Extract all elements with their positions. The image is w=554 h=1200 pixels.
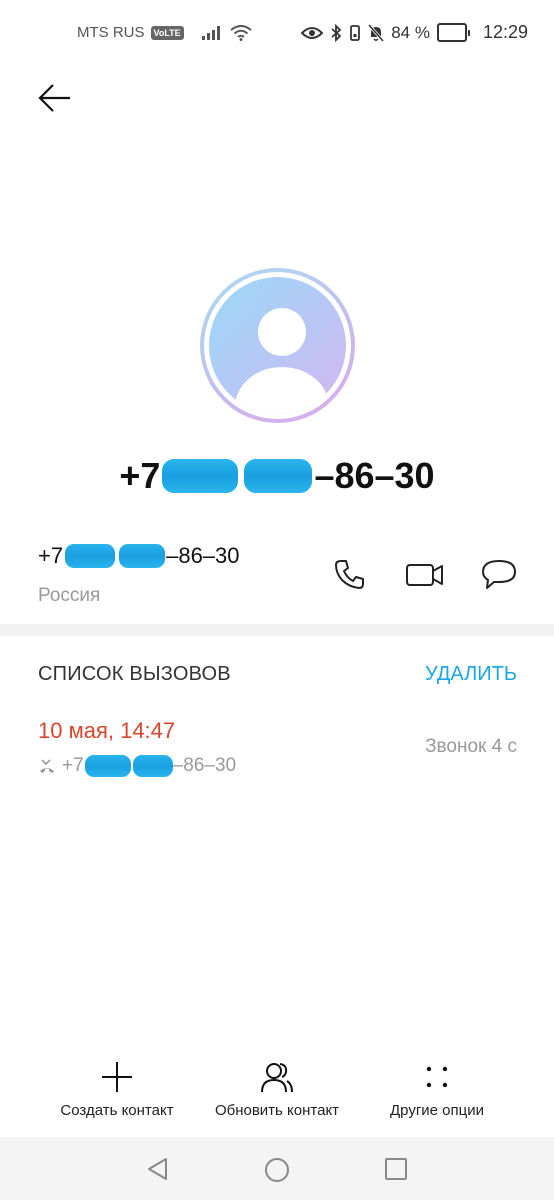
message-button[interactable] — [480, 557, 518, 596]
call-button[interactable] — [333, 557, 367, 596]
create-contact-label: Создать контакт — [60, 1102, 174, 1119]
bluetooth-icon — [331, 23, 342, 42]
number-prefix: +7 — [38, 543, 64, 568]
redaction-mark — [119, 544, 166, 568]
nav-back-button[interactable] — [146, 1157, 170, 1186]
signal-icon — [201, 25, 220, 40]
number-prefix: +7 — [119, 455, 161, 496]
call-number: +7 –86–30 — [38, 755, 236, 777]
battery-percentage: 84 % — [391, 22, 430, 42]
more-options-label: Другие опции — [389, 1102, 484, 1119]
clock: 12:29 — [482, 22, 528, 42]
call-duration: Звонок 4 с — [425, 736, 517, 757]
status-bar: MTS RUS VoLTE 84 % 12:29 — [0, 0, 554, 68]
system-navigation-bar — [0, 1137, 554, 1200]
call-log-item[interactable]: 10 мая, 14:47 +7 –86–30 Звонок 4 с — [0, 712, 554, 788]
update-contact-label: Обновить контакт — [214, 1102, 340, 1119]
nav-recents-button[interactable] — [384, 1157, 408, 1186]
person-group-icon — [261, 1063, 293, 1093]
redaction-mark — [244, 459, 313, 493]
phone-number: +7 –86–30 — [38, 543, 240, 569]
delete-button[interactable]: УДАЛИТЬ — [425, 663, 517, 686]
nav-home-button[interactable] — [264, 1157, 290, 1188]
status-right: 84 % 12:29 — [301, 22, 528, 43]
more-dots-icon — [426, 1066, 448, 1088]
redaction-mark — [65, 544, 116, 568]
missed-call-icon — [40, 759, 54, 773]
person-placeholder-icon — [209, 277, 346, 414]
update-contact-button[interactable]: Обновить контакт — [208, 1060, 346, 1119]
number-prefix: +7 — [62, 755, 84, 776]
section-divider — [0, 624, 554, 636]
vibrate-icon — [350, 24, 361, 41]
number-suffix: –86–30 — [166, 543, 240, 568]
video-camera-icon — [406, 564, 443, 586]
call-list-title: СПИСОК ВЫЗОВОВ — [38, 663, 231, 685]
create-contact-button[interactable]: Создать контакт — [56, 1060, 178, 1119]
phone-country: Россия — [38, 585, 101, 606]
battery-icon — [436, 23, 470, 42]
volte-badge: VoLTE — [150, 25, 184, 40]
redaction-mark — [84, 755, 131, 777]
contact-details-screen: MTS RUS VoLTE 84 % 12:29 +7 –86–30 +7 –8… — [0, 0, 554, 1200]
redaction-mark — [162, 459, 239, 493]
contact-title-number: +7 –86–30 — [0, 455, 554, 497]
square-recents-icon — [385, 1158, 407, 1180]
video-call-button[interactable] — [405, 557, 445, 596]
bottom-action-bar: Создать контакт Обновить контакт Другие … — [0, 1060, 554, 1130]
chat-bubble-icon — [482, 560, 516, 589]
circle-home-icon — [265, 1158, 289, 1182]
phone-icon — [335, 560, 364, 589]
plus-icon — [102, 1062, 132, 1092]
triangle-back-icon — [148, 1158, 167, 1180]
status-left: MTS RUS VoLTE — [77, 24, 252, 41]
number-suffix: –86–30 — [314, 455, 435, 496]
carrier-name: MTS RUS — [77, 24, 145, 41]
number-suffix: –86–30 — [172, 755, 237, 776]
arrow-left-icon — [38, 84, 70, 112]
bell-off-icon — [368, 23, 385, 42]
more-options-button[interactable]: Другие опции — [384, 1060, 490, 1119]
wifi-icon — [230, 24, 252, 41]
contact-avatar — [200, 268, 355, 423]
call-date: 10 мая, 14:47 — [38, 718, 176, 743]
redaction-mark — [132, 755, 173, 777]
phone-number-row[interactable]: +7 –86–30 Россия — [0, 535, 554, 623]
eye-icon — [301, 26, 324, 39]
back-button[interactable] — [36, 80, 74, 116]
